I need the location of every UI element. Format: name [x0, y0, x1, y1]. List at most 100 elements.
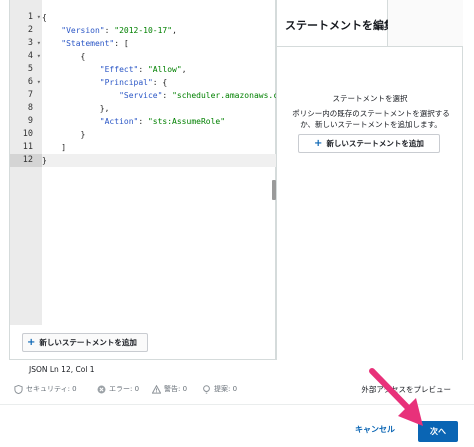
fold-toggle-icon[interactable]: ▾ — [37, 50, 41, 63]
line-number-text: 10 — [22, 129, 33, 139]
json-punctuation — [42, 91, 119, 100]
footer-divider — [0, 404, 474, 405]
edit-statement-panel: ステートメントを編集 ステートメントを選択 ポリシー内の既存のステートメントを選… — [276, 0, 463, 360]
json-key: "Statement" — [61, 39, 115, 48]
json-punctuation: ] — [42, 143, 67, 152]
json-key: "Effect" — [99, 65, 139, 74]
json-key: "Service" — [119, 91, 163, 100]
json-punctuation: } — [42, 130, 86, 139]
code-line: }, — [42, 102, 276, 115]
select-statement-description: ポリシー内の既存のステートメントを選択するか、新しいステートメントを追加します。 — [292, 109, 450, 129]
panel-title: ステートメントを編集 — [285, 19, 395, 32]
code-line: } — [42, 154, 276, 167]
json-punctuation: { — [42, 13, 47, 22]
x-circle-icon — [97, 385, 106, 393]
line-number: 7 — [10, 89, 42, 102]
code-line: "Statement": [ — [42, 37, 276, 50]
fold-toggle-icon[interactable]: ▾ — [37, 76, 41, 89]
panel-add-new-statement-label: 新しいステートメントを追加 — [326, 139, 424, 148]
error-count: エラー: 0 — [109, 385, 140, 393]
json-punctuation: , — [181, 65, 187, 74]
policy-validation-bar: セキュリティ: 0 エラー: 0 警告: 0 提案: 0 外部アクセスをプレビュ… — [9, 382, 463, 396]
line-number-text: 1 — [27, 12, 33, 22]
json-punctuation: : — [162, 91, 173, 100]
line-number: 11 — [10, 141, 42, 154]
line-number-text: 7 — [27, 90, 33, 100]
code-line: "Action": "sts:AssumeRole" — [42, 115, 276, 128]
line-number-gutter: 1 ▾ 2 3 ▾ 4 ▾ 5 6 ▾ 7 8 9 10 11 12 — [10, 0, 42, 325]
line-number: 9 — [10, 115, 42, 128]
line-number: 3 ▾ — [10, 37, 42, 50]
code-line: "Principal": { — [42, 76, 276, 89]
add-new-statement-button[interactable]: + 新しいステートメントを追加 — [22, 333, 148, 352]
line-number-text: 9 — [27, 116, 33, 126]
add-new-statement-label: 新しいステートメントを追加 — [39, 338, 137, 347]
lightbulb-icon — [203, 384, 210, 394]
code-line: "Effect": "Allow", — [42, 63, 276, 76]
line-number: 2 — [10, 24, 42, 37]
json-string: "scheduler.amazonaws.com" — [172, 91, 293, 100]
json-string: "Allow" — [147, 65, 182, 74]
code-text-area[interactable]: { "Version": "2012-10-17", "Statement": … — [42, 0, 292, 325]
json-punctuation: : — [138, 117, 148, 126]
security-findings[interactable]: セキュリティ: 0 — [14, 384, 77, 394]
json-key: "Version" — [61, 26, 105, 35]
line-number-text: 8 — [27, 103, 33, 113]
cursor-position-status: JSON Ln 12, Col 1 — [29, 365, 95, 374]
code-line: } — [42, 128, 276, 141]
suggestion-findings[interactable]: 提案: 0 — [202, 384, 237, 394]
json-punctuation: }, — [42, 104, 110, 113]
line-number: 8 — [10, 102, 42, 115]
json-punctuation: , — [172, 26, 177, 35]
line-number-text: 4 — [27, 51, 33, 61]
line-number-text: 5 — [27, 64, 33, 74]
line-number-text: 11 — [22, 142, 33, 152]
json-punctuation: : { — [152, 78, 168, 87]
preview-external-access-link[interactable]: 外部アクセスをプレビュー — [361, 384, 451, 395]
json-key: "Action" — [99, 117, 139, 126]
json-punctuation: : — [104, 26, 115, 35]
json-punctuation — [42, 26, 61, 35]
json-punctuation: { — [42, 52, 86, 61]
next-button[interactable]: 次へ — [418, 421, 458, 442]
json-string: "sts:AssumeRole" — [147, 117, 226, 126]
line-number: 10 — [10, 128, 42, 141]
plus-icon: + — [27, 336, 36, 348]
code-line: "Version": "2012-10-17", — [42, 24, 276, 37]
json-policy-editor[interactable]: 1 ▾ 2 3 ▾ 4 ▾ 5 6 ▾ 7 8 9 10 11 12 { "Version": "2012-1… — [9, 0, 292, 360]
json-punctuation — [42, 78, 100, 87]
code-line: "Service": "scheduler.amazonaws.com" — [42, 89, 292, 102]
json-punctuation: : — [138, 65, 148, 74]
json-punctuation — [42, 117, 100, 126]
next-button-label: 次へ — [430, 427, 446, 436]
fold-toggle-icon[interactable]: ▾ — [37, 37, 41, 50]
suggestion-count: 提案: 0 — [214, 385, 238, 393]
select-statement-heading: ステートメントを選択 — [332, 94, 408, 103]
line-number: 1 ▾ — [10, 11, 42, 24]
line-number: 12 — [10, 154, 42, 167]
shield-icon — [14, 384, 23, 394]
line-number-text: 12 — [22, 155, 33, 165]
line-number: 4 ▾ — [10, 50, 42, 63]
editor-status-bar: JSON Ln 12, Col 1 — [9, 360, 463, 378]
panel-tab-strip — [388, 0, 463, 47]
edit-statement-tab[interactable]: ステートメントを編集 — [277, 0, 395, 47]
line-number-text: 2 — [27, 25, 33, 35]
security-count: セキュリティ: 0 — [26, 385, 77, 393]
json-string: "2012-10-17" — [114, 26, 173, 35]
cancel-button[interactable]: キャンセル — [355, 424, 395, 435]
line-number-text: 3 — [27, 38, 33, 48]
json-punctuation — [42, 39, 61, 48]
pink-arrow-icon — [369, 368, 423, 426]
json-punctuation: : [ — [114, 39, 129, 48]
fold-toggle-icon[interactable]: ▾ — [37, 11, 41, 24]
warning-count: 警告: 0 — [164, 385, 188, 393]
error-findings[interactable]: エラー: 0 — [97, 384, 139, 394]
plus-icon: + — [314, 137, 323, 149]
code-line: { — [42, 50, 276, 63]
json-key: "Principal" — [99, 78, 153, 87]
code-line: ] — [42, 141, 276, 154]
warning-findings[interactable]: 警告: 0 — [152, 384, 187, 394]
json-punctuation — [42, 65, 100, 74]
panel-add-new-statement-button[interactable]: + 新しいステートメントを追加 — [298, 134, 440, 153]
